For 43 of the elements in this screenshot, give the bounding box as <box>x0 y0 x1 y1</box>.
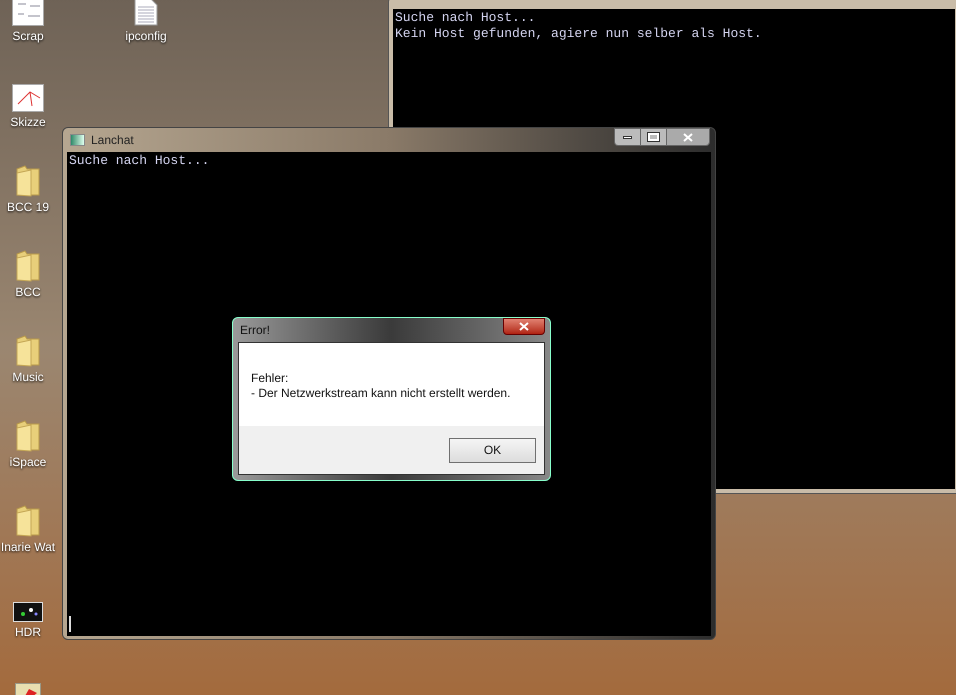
desktop-icon[interactable]: BCC <box>0 248 58 299</box>
error-message: Fehler: - Der Netzwerkstream kann nicht erstellt werden. <box>251 371 512 401</box>
desktop-icon[interactable]: Music <box>0 333 58 384</box>
window-app-icon <box>70 134 85 146</box>
close-icon <box>519 322 529 331</box>
desktop-icon[interactable]: Inarie Wat <box>0 503 58 554</box>
console-line: Kein Host gefunden, agiere nun selber als Host. <box>395 26 763 42</box>
dialog-title: Error! <box>239 322 270 339</box>
icon-label: Scrap <box>12 29 44 43</box>
desktop-icon[interactable]: iSpace <box>0 418 58 469</box>
icon-label: BCC 19 <box>6 200 50 214</box>
close-icon <box>683 132 693 142</box>
folder-icon <box>15 335 41 367</box>
desktop-icon[interactable]: HDR <box>0 588 58 639</box>
minimize-icon <box>623 136 632 138</box>
console-line: Suche nach Host... <box>395 10 536 26</box>
close-button[interactable] <box>503 318 545 335</box>
folder-icon <box>15 505 41 537</box>
minimize-button[interactable] <box>615 129 641 145</box>
sketch-thumbnail-icon <box>12 84 44 112</box>
icon-label: iSpace <box>10 455 46 469</box>
document-thumbnail-icon <box>12 0 44 26</box>
icon-label: Skizze <box>10 115 46 129</box>
icon-label: ipconfig <box>125 29 167 43</box>
maximize-button[interactable] <box>641 129 667 145</box>
ok-button[interactable]: OK <box>449 438 536 462</box>
icon-label: BCC <box>15 285 41 299</box>
desktop-icon[interactable]: Scrap <box>0 0 58 43</box>
maximize-icon <box>648 133 659 141</box>
icon-label: Music <box>12 370 44 384</box>
folder-icon <box>15 250 41 282</box>
folder-icon <box>15 420 41 452</box>
desktop-icon[interactable]: Skizze <box>0 78 58 129</box>
document-icon <box>134 0 158 26</box>
desktop-icon[interactable]: BCC 19 <box>0 163 58 214</box>
window-title: Lanchat <box>91 132 134 149</box>
console-line: Suche nach Host... <box>69 153 210 169</box>
desktop-icon[interactable]: ipconfig <box>116 0 176 43</box>
icon-label: HDR <box>15 625 41 639</box>
folder-icon <box>15 165 41 197</box>
icon-label: Inarie Wat <box>0 540 56 554</box>
image-thumbnail-icon <box>13 602 43 622</box>
text-cursor <box>69 616 71 632</box>
